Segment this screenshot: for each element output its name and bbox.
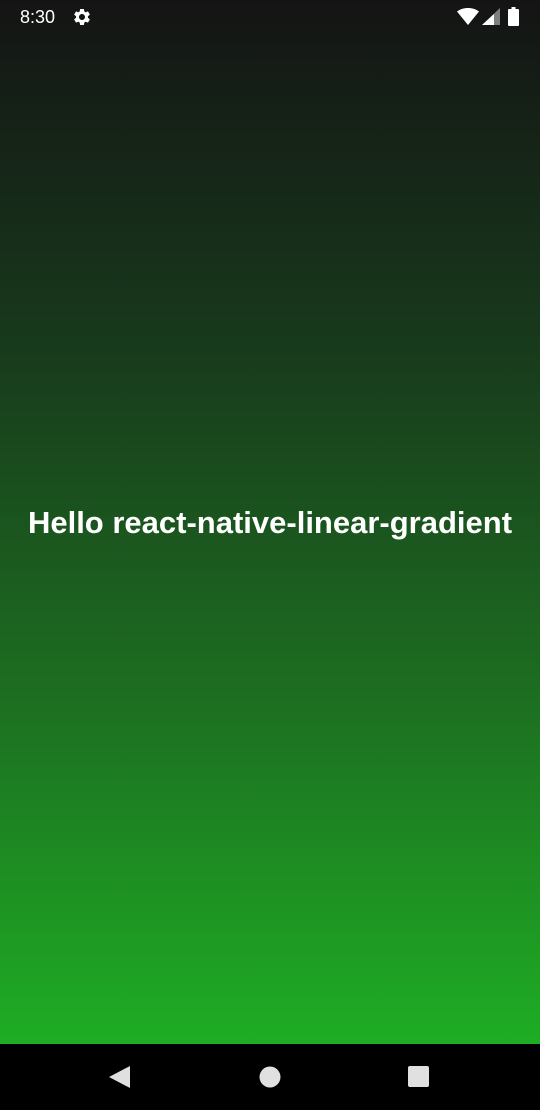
- app-screen: 8:30 Hello react-native-linear-gradient: [0, 0, 540, 1110]
- navigation-bar: [0, 1044, 540, 1110]
- status-time: 8:30: [20, 7, 56, 27]
- battery-icon: [508, 7, 519, 26]
- home-icon[interactable]: [258, 1065, 282, 1089]
- cell-signal-icon: [482, 8, 500, 25]
- gear-icon: [72, 7, 92, 27]
- wifi-icon: [457, 8, 479, 25]
- status-bar: 8:30: [0, 0, 540, 34]
- back-icon[interactable]: [109, 1066, 131, 1088]
- hello-text: Hello react-native-linear-gradient: [27, 505, 513, 540]
- recents-icon[interactable]: [408, 1066, 430, 1088]
